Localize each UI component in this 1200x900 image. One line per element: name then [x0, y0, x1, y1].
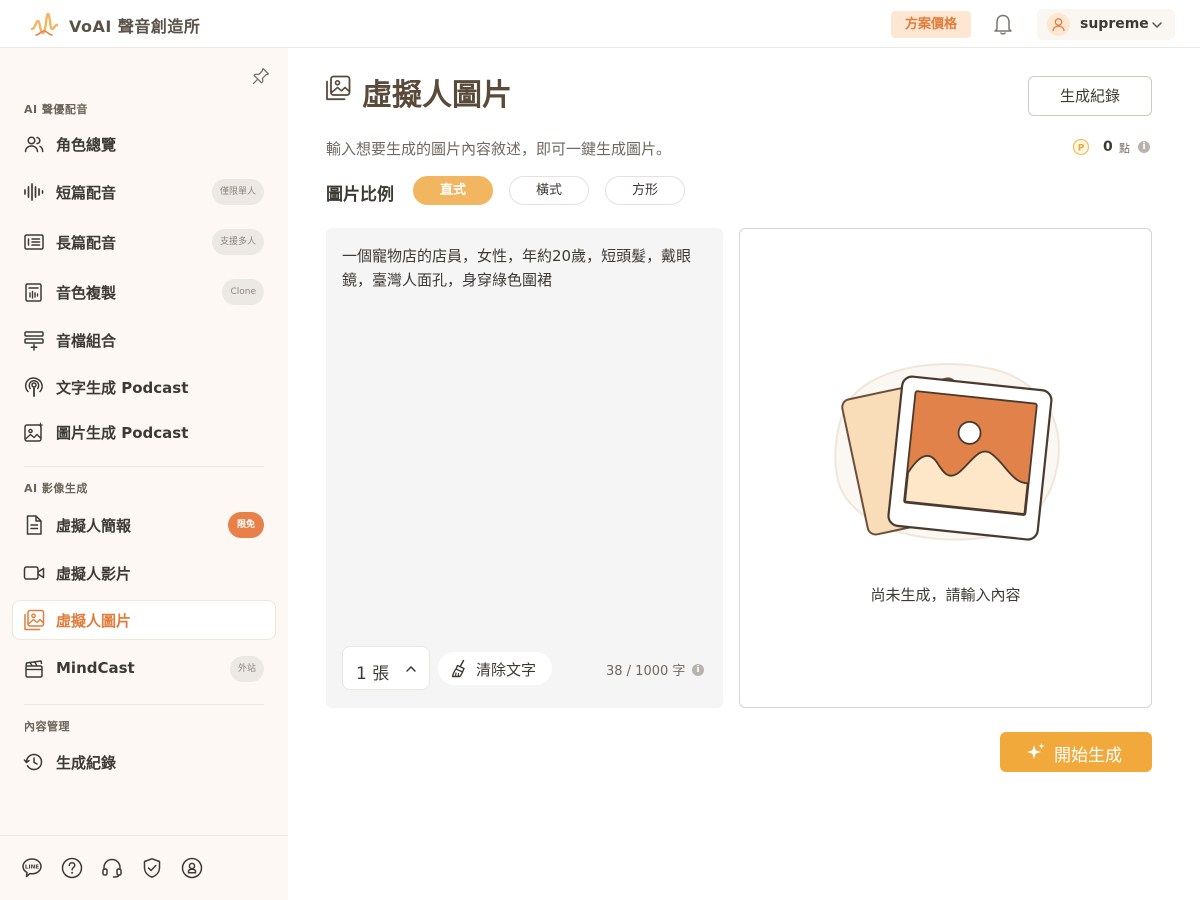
sidebar-divider: [24, 704, 264, 705]
image-placeholder-illustration: [834, 363, 1060, 541]
avatar: [1047, 13, 1070, 36]
sidebar-item-voice-clone[interactable]: 音色複製 Clone: [12, 272, 276, 312]
points-balance: P 0 點 i: [1072, 138, 1154, 158]
section-label-video: AI 影像生成: [24, 482, 88, 495]
account-icon[interactable]: [180, 856, 204, 880]
sidebar-item-label: 虛擬人簡報: [56, 517, 132, 535]
sidebar-item-history[interactable]: 生成紀錄: [12, 742, 276, 782]
svg-text:P: P: [1078, 143, 1085, 153]
clear-text-label: 清除文字: [476, 661, 537, 679]
sidebar-item-audio-merge[interactable]: 音檔組合: [12, 320, 276, 360]
pricing-button[interactable]: 方案價格: [891, 11, 971, 38]
info-icon[interactable]: i: [692, 664, 704, 676]
sidebar-item-label: 長篇配音: [56, 234, 117, 252]
prompt-textarea[interactable]: 一個寵物店的店員，女性，年約20歲，短頭髮，戴眼鏡，臺灣人面孔，身穿綠色圍裙: [342, 244, 707, 292]
page-title: 虛擬人圖片: [362, 78, 512, 113]
ratio-square-button[interactable]: 方形: [605, 176, 685, 205]
image-count-stepper[interactable]: 1 張: [342, 646, 430, 690]
sidebar-item-long-dubbing[interactable]: 長篇配音 支援多人: [12, 222, 276, 262]
history-icon: [23, 753, 43, 771]
chevron-down-icon: [1152, 22, 1162, 28]
user-icon: [1052, 18, 1065, 32]
users-icon: [24, 136, 44, 153]
headset-icon[interactable]: [100, 856, 124, 880]
pin-icon[interactable]: [251, 66, 271, 86]
sidebar-item-label: 圖片生成 Podcast: [56, 424, 189, 442]
sidebar-item-label: 生成紀錄: [56, 754, 117, 772]
badge-free: 限免: [228, 512, 264, 538]
points-value: 0: [1103, 139, 1113, 155]
section-label-content: 內容管理: [24, 720, 70, 733]
sidebar-item-text-podcast[interactable]: 文字生成 Podcast: [12, 367, 276, 407]
sidebar-item-avatar-image[interactable]: 虛擬人圖片: [12, 600, 276, 640]
line-icon[interactable]: LINE: [20, 856, 44, 880]
image-sparkle-icon: [24, 422, 44, 442]
username: supreme: [1080, 16, 1149, 32]
document-lines-icon: [24, 234, 44, 250]
generate-label: 開始生成: [1054, 746, 1122, 766]
user-menu[interactable]: supreme: [1037, 9, 1175, 40]
sidebar-item-label: MindCast: [56, 659, 135, 677]
badge-single-only: 僅限單人: [211, 179, 264, 205]
sidebar-item-label: 角色總覽: [56, 136, 117, 154]
gallery-icon: [24, 609, 45, 631]
file-icon: [26, 515, 42, 535]
sidebar-item-label: 虛擬人影片: [56, 565, 132, 583]
sidebar-item-label: 音檔組合: [56, 332, 117, 350]
bell-icon[interactable]: [992, 12, 1014, 36]
page-subtitle: 輸入想要生成的圖片內容敘述，即可一鍵生成圖片。: [326, 140, 672, 158]
sidebar-item-avatar-video[interactable]: 虛擬人影片: [12, 553, 276, 593]
svg-text:LINE: LINE: [25, 865, 39, 871]
audio-merge-icon: [24, 331, 44, 351]
ratio-label: 圖片比例: [326, 185, 394, 205]
section-label-voice: AI 聲優配音: [24, 103, 88, 116]
empty-state-text: 尚未生成，請輸入內容: [870, 586, 1021, 604]
help-icon[interactable]: [60, 856, 84, 880]
video-icon: [23, 566, 45, 580]
voai-logo-icon[interactable]: [30, 11, 58, 37]
sparkle-icon: [1027, 743, 1045, 759]
badge-clone: Clone: [222, 279, 264, 305]
image-count-value: 1 張: [356, 664, 390, 684]
gallery-icon: [326, 75, 351, 101]
sidebar: AI 聲優配音 角色總覽 短篇配音 僅限單人 長篇配音 支援多人 音色複製 Cl…: [0, 48, 288, 900]
sidebar-item-image-podcast[interactable]: 圖片生成 Podcast: [12, 412, 276, 452]
chevron-up-icon: [406, 666, 416, 672]
waveform-icon: [24, 183, 44, 201]
brand-name[interactable]: VoAI 聲音創造所: [69, 13, 200, 37]
clapper-icon: [25, 660, 43, 678]
ratio-landscape-button[interactable]: 橫式: [509, 176, 589, 205]
history-button[interactable]: 生成紀錄: [1028, 76, 1152, 116]
points-unit: 點: [1119, 142, 1130, 155]
sidebar-item-mindcast[interactable]: MindCast 外站: [12, 649, 276, 689]
badge-external: 外站: [229, 656, 264, 682]
sidebar-item-label: 文字生成 Podcast: [56, 379, 189, 397]
sidebar-item-label: 短篇配音: [56, 184, 117, 202]
badge-multi-support: 支援多人: [211, 229, 264, 255]
shield-icon[interactable]: [140, 856, 164, 880]
sidebar-item-characters[interactable]: 角色總覽: [12, 124, 276, 164]
voice-clone-icon: [25, 283, 42, 302]
sidebar-item-label: 音色複製: [56, 284, 117, 302]
podcast-icon: [25, 377, 43, 397]
sidebar-item-avatar-presentation[interactable]: 虛擬人簡報 限免: [12, 505, 276, 545]
sidebar-item-short-dubbing[interactable]: 短篇配音 僅限單人: [12, 172, 276, 212]
info-icon[interactable]: i: [1138, 141, 1150, 153]
sidebar-footer: LINE: [0, 835, 288, 900]
ratio-portrait-button[interactable]: 直式: [413, 176, 493, 205]
char-count: 38 / 1000 字: [606, 664, 686, 679]
broom-icon: [451, 659, 465, 678]
top-header: VoAI 聲音創造所 方案價格 supreme: [0, 0, 1200, 48]
sidebar-divider: [24, 466, 264, 467]
clear-text-button[interactable]: 清除文字: [438, 652, 552, 685]
sidebar-item-label: 虛擬人圖片: [56, 612, 132, 630]
generate-button[interactable]: 開始生成: [1000, 732, 1152, 772]
preview-panel: 尚未生成，請輸入內容: [739, 228, 1152, 708]
coin-icon: P: [1072, 138, 1090, 156]
prompt-input-panel[interactable]: 一個寵物店的店員，女性，年約20歲，短頭髮，戴眼鏡，臺灣人面孔，身穿綠色圍裙 1…: [326, 228, 723, 708]
